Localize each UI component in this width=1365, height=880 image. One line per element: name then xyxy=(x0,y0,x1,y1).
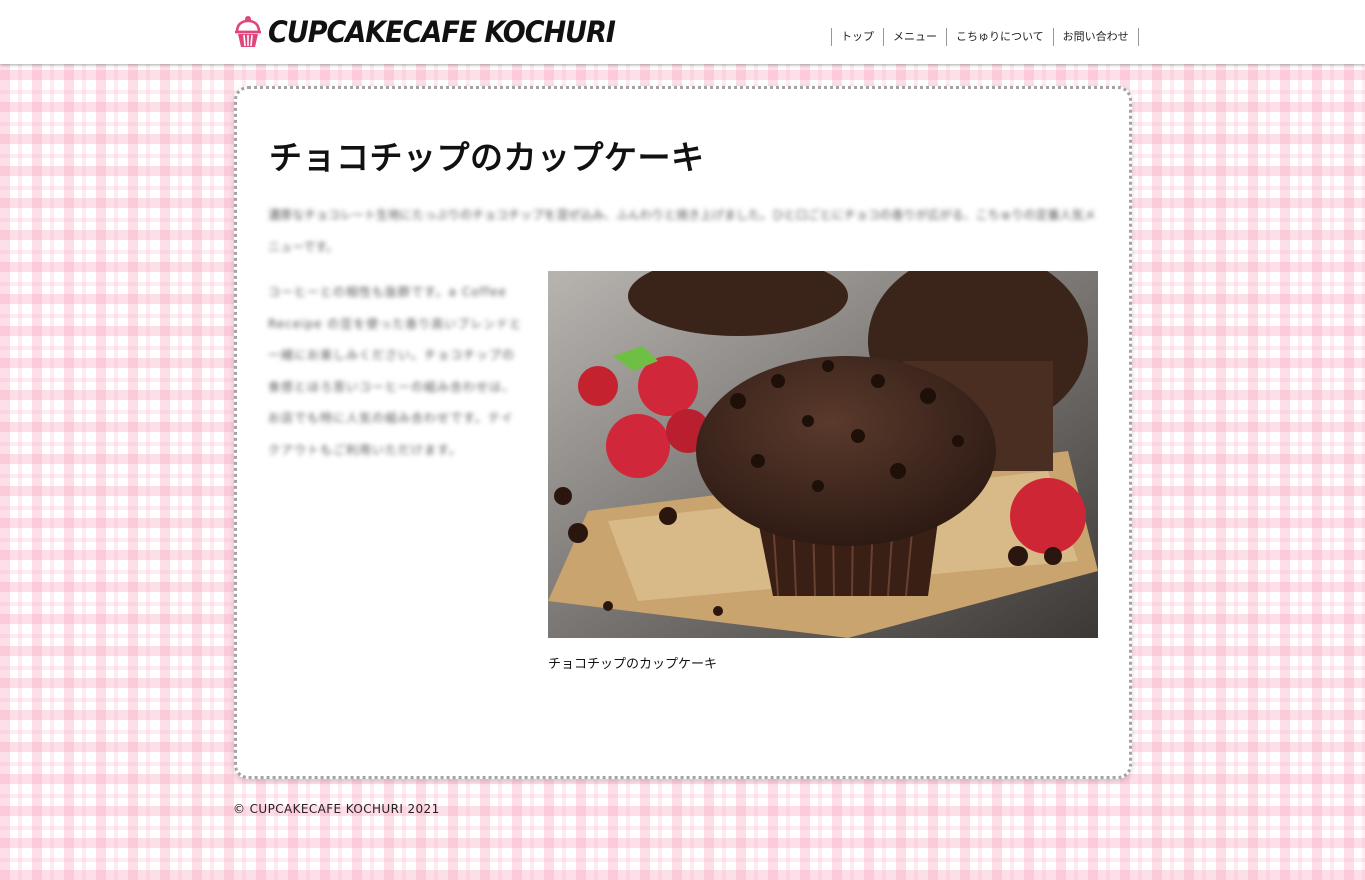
main-nav: トップ メニュー こちゅりについて お問い合わせ xyxy=(831,28,1139,46)
body-text: コーヒーとの相性も抜群です。a Coffee Receipe の豆を使った香り高… xyxy=(268,285,523,457)
photo-caption: チョコチップのカップケーキ xyxy=(548,657,718,672)
logo-text: CUPCAKECAFE KOCHURI xyxy=(268,14,616,50)
cupcake-icon xyxy=(235,16,261,47)
muffin-photo xyxy=(548,271,1098,638)
page-title: チョコチップのカップケーキ xyxy=(269,138,705,177)
nav-item-top[interactable]: トップ xyxy=(831,28,883,46)
copyright-text: © CUPCAKECAFE KOCHURI 2021 xyxy=(233,802,440,816)
content-card: チョコチップのカップケーキ 濃厚なチョコレート生地にたっぷりのチョコチップを混ぜ… xyxy=(234,86,1132,779)
site-logo[interactable]: CUPCAKECAFE KOCHURI xyxy=(234,14,616,50)
nav-item-menu[interactable]: メニュー xyxy=(883,28,946,46)
site-header: CUPCAKECAFE KOCHURI トップ メニュー こちゅりについて お問… xyxy=(0,0,1365,64)
nav-item-about[interactable]: こちゅりについて xyxy=(946,28,1053,46)
nav-item-contact[interactable]: お問い合わせ xyxy=(1052,28,1138,46)
intro-text: 濃厚なチョコレート生地にたっぷりのチョコチップを混ぜ込み、ふんわりと焼き上げまし… xyxy=(268,208,1096,254)
